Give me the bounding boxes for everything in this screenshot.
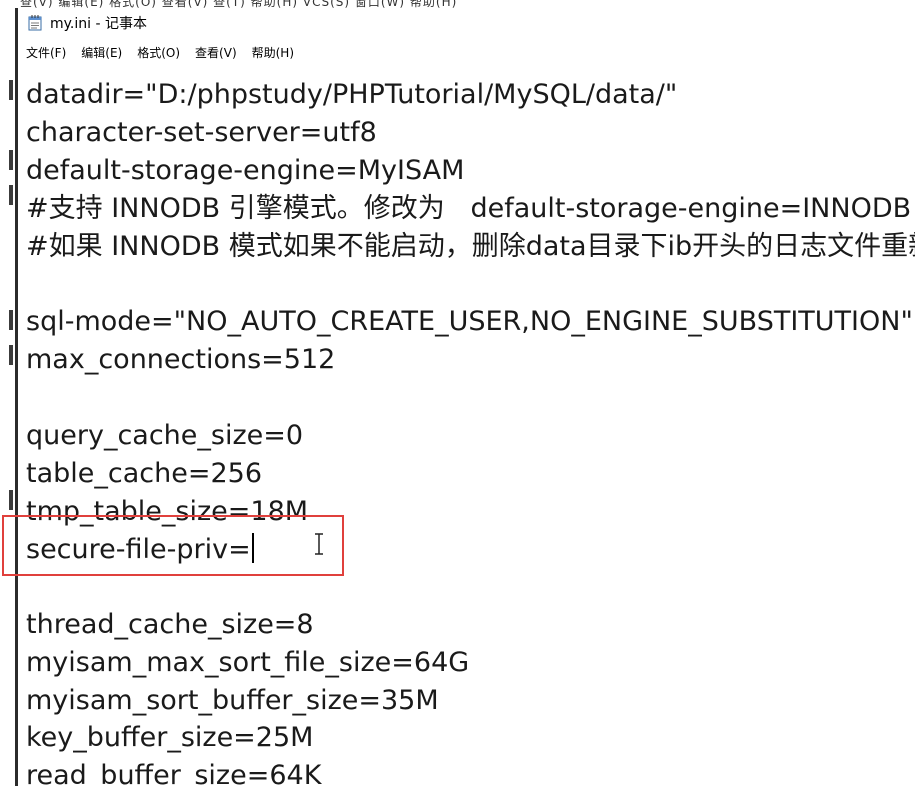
menu-bar: 文件(F) 编辑(E) 格式(O) 查看(V) 帮助(H) — [18, 40, 915, 64]
editor-line: table_cache=256 — [26, 458, 262, 489]
menu-file[interactable]: 文件(F) — [18, 42, 73, 63]
editor-line: read_buffer_size=64K — [26, 760, 322, 786]
editor-line: default-storage-engine=MyISAM — [26, 155, 465, 186]
editor-line: sql-mode="NO_AUTO_CREATE_USER,NO_ENGINE_… — [26, 306, 913, 337]
editor-line: datadir="D:/phpstudy/PHPTutorial/MySQL/d… — [26, 79, 678, 110]
title-bar[interactable]: my.ini - 记事本 — [18, 8, 915, 38]
menu-help[interactable]: 帮助(H) — [244, 42, 301, 63]
text-editor[interactable]: datadir="D:/phpstudy/PHPTutorial/MySQL/d… — [18, 64, 915, 786]
editor-line: #支持 INNODB 引擎模式。修改为 default-storage-engi… — [26, 193, 912, 224]
editor-line: myisam_sort_buffer_size=35M — [26, 685, 439, 716]
editor-line: query_cache_size=0 — [26, 420, 304, 451]
notepad-icon — [28, 15, 42, 31]
menu-format[interactable]: 格式(O) — [129, 42, 187, 63]
editor-line: key_buffer_size=25M — [26, 722, 314, 753]
editor-line: max_connections=512 — [26, 344, 336, 375]
editor-line: myisam_max_sort_file_size=64G — [26, 647, 470, 678]
menu-edit[interactable]: 编辑(E) — [73, 42, 129, 63]
window-title: my.ini - 记事本 — [50, 16, 147, 32]
highlight-annotation-box — [2, 515, 344, 576]
text-cursor-ibeam-icon — [313, 533, 325, 555]
screen: 查(V) 编辑(E) 格式(O) 查看(V) 查(T) 帮助(H) VCS(S)… — [0, 0, 915, 786]
editor-line: character-set-server=utf8 — [26, 117, 377, 148]
menu-view[interactable]: 查看(V) — [187, 42, 244, 63]
notepad-window: my.ini - 记事本 文件(F) 编辑(E) 格式(O) 查看(V) 帮助(… — [18, 8, 915, 786]
background-window-edge — [0, 0, 18, 786]
editor-line: thread_cache_size=8 — [26, 609, 314, 640]
editor-line: #如果 INNODB 模式如果不能启动，删除data目录下ib开头的日志文件重新… — [26, 231, 915, 262]
